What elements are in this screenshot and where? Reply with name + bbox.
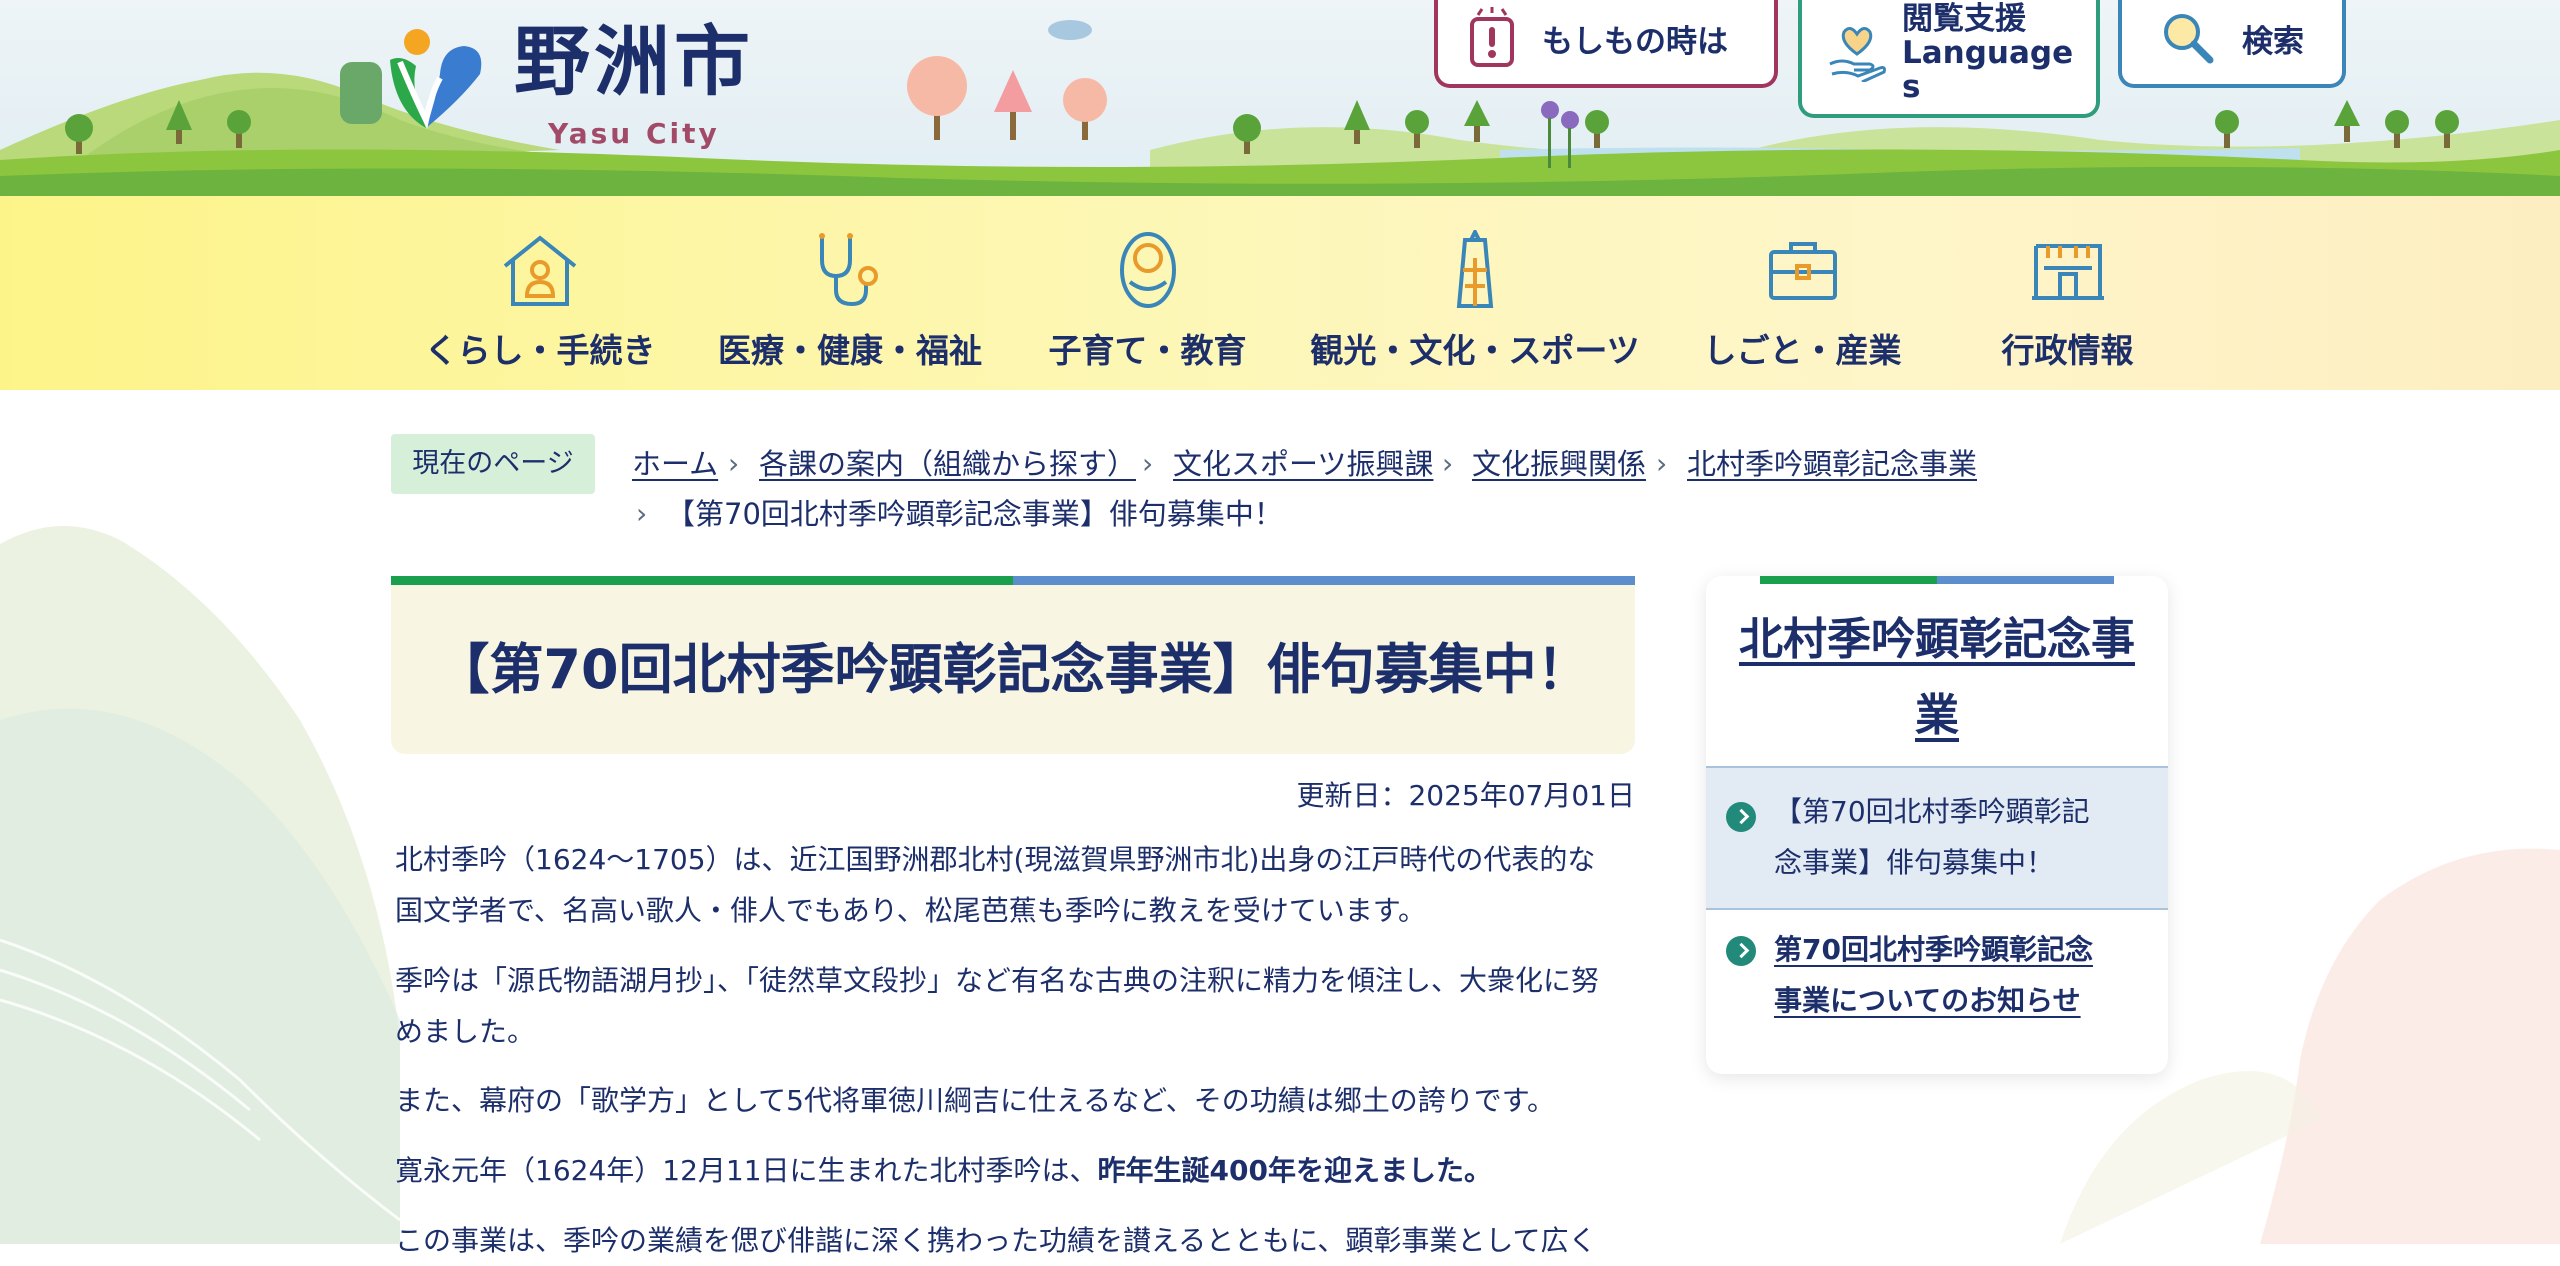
side-nav: 北村季吟顕彰記念事 業 【第70回北村季吟顕彰記 念事業】俳句募集中！ 第70回…: [1706, 576, 2168, 1074]
article-paragraph: また、幕府の「歌学方」として5代将軍徳川綱吉に仕えるなど、その功績は郷土の誇りで…: [395, 1075, 1635, 1126]
gnav-label: しごと・産業: [1703, 331, 1902, 370]
chevron-right-icon: ›: [1142, 447, 1154, 480]
breadcrumb-current: 【第70回北村季吟顕彰記念事業】俳句募集中！: [666, 497, 1283, 531]
breadcrumb-culture-sports[interactable]: 文化スポーツ振興課: [1173, 450, 1433, 479]
search-button[interactable]: 検索: [2118, 0, 2346, 88]
side-nav-title-line2: 業: [1915, 690, 1959, 741]
breadcrumb-home[interactable]: ホーム: [632, 450, 718, 479]
house-person-icon: [503, 235, 577, 306]
chevron-right-icon: ›: [636, 497, 648, 530]
side-nav-title[interactable]: 北村季吟顕彰記念事 業: [1726, 602, 2148, 754]
global-nav: くらし・手続き 医療・健康・福祉 子育て・教育 観光・文化・スポーツ しごと・産…: [0, 196, 2560, 390]
page-title: 【第70回北村季吟顕彰記念事業】俳句募集中！: [435, 638, 1591, 701]
language-label: 閲覧支援 Language s: [1902, 2, 2073, 104]
exclamation-icon: [1470, 7, 1514, 67]
article-paragraph: 寛永元年（1624年）12月11日に生まれた北村季吟は、昨年生誕400年を迎えま…: [395, 1145, 1635, 1196]
side-nav-item-line1: 第70回北村季吟顕彰記念: [1774, 933, 2093, 966]
site-header: 野洲市 Yasu City もしもの時は 閲覧支援 Language s 検索: [0, 0, 2560, 196]
side-nav-item-label: 【第70回北村季吟顕彰記 念事業】俳句募集中！: [1774, 786, 2124, 888]
language-support-button[interactable]: 閲覧支援 Language s: [1798, 0, 2100, 118]
side-nav-item-line1: 【第70回北村季吟顕彰記: [1774, 795, 2090, 828]
current-page-tag: 現在のページ: [391, 434, 595, 494]
site-logo[interactable]: 野洲市 Yasu City: [380, 17, 760, 148]
side-nav-item-line2: 念事業】俳句募集中！: [1774, 846, 2055, 879]
gnav-label: 観光・文化・スポーツ: [1310, 331, 1640, 370]
heart-hand-icon: [1829, 27, 1886, 82]
tower-icon: [1456, 230, 1494, 308]
side-nav-item-line2: 事業についてのお知らせ: [1774, 984, 2081, 1017]
gnav-label: くらし・手続き: [424, 331, 656, 370]
search-label: 検索: [2242, 23, 2304, 60]
gnav-item-living[interactable]: くらし・手続き: [420, 196, 660, 390]
paragraph-text: この事業は、季吟の業績を偲び俳諧に深く携わった功績を讃えるとともに、顕彰事業とし…: [395, 1224, 1597, 1257]
search-icon: [2164, 14, 2214, 64]
paragraph-emphasis: 昨年生誕400年を迎えました。: [1097, 1154, 1492, 1187]
paragraph-text: 北村季吟（1624～1705）は、近江国野洲郡北村(現滋賀県野洲市北)出身の江戸…: [395, 843, 1596, 876]
breadcrumb-kitamura-project[interactable]: 北村季吟顕彰記念事業: [1687, 450, 1977, 479]
city-emblem-icon: [390, 29, 482, 129]
emergency-label: もしもの時は: [1542, 23, 1728, 60]
chevron-right-icon: ›: [1442, 447, 1454, 480]
paragraph-text: 季吟は「源氏物語湖月抄」、「徒然草文段抄」など有名な古典の注釈に精力を傾注し、大…: [395, 964, 1600, 997]
background-decoration-left: [0, 525, 400, 1244]
article-paragraph: 季吟は「源氏物語湖月抄」、「徒然草文段抄」など有名な古典の注釈に精力を傾注し、大…: [395, 955, 1635, 1057]
briefcase-icon: [1768, 242, 1837, 300]
stethoscope-icon: [819, 233, 878, 307]
gnav-label: 行政情報: [2001, 331, 2134, 370]
title-accent-bar: [391, 576, 1635, 585]
side-nav-title-line1: 北村季吟顕彰記念事: [1739, 614, 2135, 665]
breadcrumb-culture-promotion[interactable]: 文化振興関係: [1472, 450, 1646, 479]
gnav-item-health[interactable]: 医療・健康・福祉: [715, 196, 985, 390]
language-label-line3: s: [1902, 69, 1921, 105]
page-title-box: 【第70回北村季吟顕彰記念事業】俳句募集中！: [391, 576, 1635, 754]
article-paragraph: この事業は、季吟の業績を偲び俳諧に深く携わった功績を讃えるとともに、顕彰事業とし…: [395, 1215, 1635, 1266]
emergency-button[interactable]: もしもの時は: [1434, 0, 1778, 88]
paragraph-text: 寛永元年（1624年）12月11日に生まれた北村季吟は、: [395, 1154, 1098, 1187]
chevron-right-icon: ›: [728, 447, 740, 480]
side-accent-bar: [1760, 576, 2114, 584]
gnav-item-administration[interactable]: 行政情報: [1985, 196, 2150, 390]
logo-subtext: Yasu City: [548, 117, 720, 150]
gnav-label: 子育て・教育: [1048, 331, 1247, 370]
logo-text: 野洲市: [514, 17, 754, 106]
chevron-right-icon: ›: [1656, 447, 1668, 480]
side-nav-item-label[interactable]: 第70回北村季吟顕彰記念 事業についてのお知らせ: [1774, 924, 2124, 1026]
chevron-circle-icon: [1726, 936, 1756, 966]
gnav-label: 医療・健康・福祉: [718, 331, 982, 370]
language-label-line2: Language: [1902, 35, 2074, 71]
breadcrumb-departments[interactable]: 各課の案内（組織から探す）: [759, 450, 1136, 479]
paragraph-text: 国文学者で、名高い歌人・俳人でもあり、松尾芭蕉も季吟に教えを受けています。: [395, 894, 1426, 927]
updated-date: 更新日：2025年07月01日: [1296, 779, 1635, 812]
paragraph-text: また、幕府の「歌学方」として5代将軍徳川綱吉に仕えるなど、その功績は郷土の誇りで…: [395, 1084, 1555, 1117]
article-paragraph: 北村季吟（1624～1705）は、近江国野洲郡北村(現滋賀県野洲市北)出身の江戸…: [395, 834, 1635, 936]
gnav-item-work[interactable]: しごと・産業: [1700, 196, 1905, 390]
side-nav-item-notice[interactable]: 第70回北村季吟顕彰記念 事業についてのお知らせ: [1706, 908, 2168, 1074]
paragraph-text: めました。: [395, 1015, 536, 1048]
side-nav-item-current[interactable]: 【第70回北村季吟顕彰記 念事業】俳句募集中！: [1706, 766, 2168, 908]
chevron-circle-icon: [1726, 802, 1756, 832]
gnav-item-tourism[interactable]: 観光・文化・スポーツ: [1310, 196, 1640, 390]
gnav-item-childcare[interactable]: 子育て・教育: [1040, 196, 1255, 390]
baby-icon: [1119, 232, 1176, 308]
language-label-line1: 閲覧支援: [1902, 1, 2026, 37]
building-icon: [2031, 244, 2104, 300]
